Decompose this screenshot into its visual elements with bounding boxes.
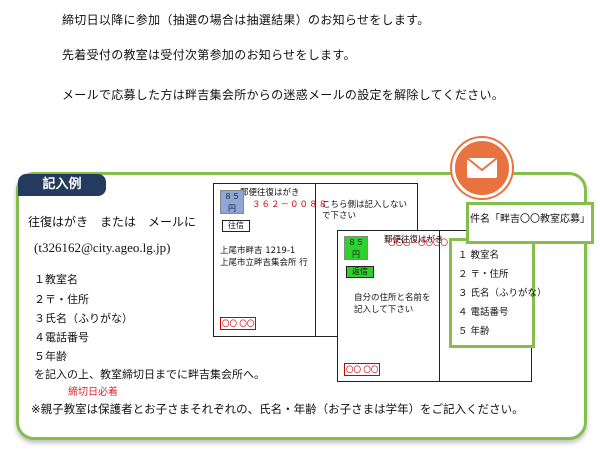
item-class-name: １教室名 [34,273,78,286]
example-badge: 記入例 [18,174,106,196]
email-address: (t326162@city.ageo.lg.jp) [34,240,171,255]
item-address: ２〒・住所 [34,293,89,306]
submit-instruction: を記入の上、教室締切日までに畔吉集会所へ。 [34,368,265,381]
write-instruction-1: 自分の住所と名前を [354,293,431,303]
sender-box: 〇〇 〇〇 [220,317,257,330]
list-item: １ 教室名 [458,250,500,261]
notice-2: 先着受付の教室は受付次第参加のお知らせをします。 [62,48,356,62]
notice-1: 締切日以降に参加（抽選の場合は抽選結果）のお知らせをします。 [62,13,430,27]
email-item-list: １ 教室名 ２ 〒・住所 ３ 氏名（ふりがな） ４ 電話番号 ５ 年齢 [449,238,547,348]
sender-box: 〇〇 〇〇 [344,363,381,376]
list-item: ５ 年齢 [458,326,490,337]
postcard-header: 郵便往復はがき [240,188,300,198]
deadline-note: 締切日必着 [68,387,118,398]
stamp-reply: ８５円 [344,236,368,260]
list-item: ３ 氏名（ふりがな） [458,288,547,299]
notice-3: メールで応募した方は畔吉集会所からの迷惑メールの設定を解除してください。 [62,88,505,102]
zip-code: ３６２－００８８ [252,200,329,210]
stamp-outgoing: ８５円 [220,190,244,214]
item-name: ３氏名（ふりがな） [34,312,133,325]
email-subject: 件名「畔吉〇〇教室応募」 [466,202,594,244]
item-phone: ４電話番号 [34,331,89,344]
do-not-write-note: こちら側は記入しないで下さい [322,200,408,221]
tag-reply: 返信 [346,266,374,278]
list-item: ２ 〒・住所 [458,269,509,280]
main-instruction: 往復はがき または メールに [28,215,197,229]
tag-outgoing: 往信 [222,220,250,232]
zip-placeholder: 〇〇〇－〇〇〇〇 [388,238,448,247]
address-line-1: 上尾市畔吉 1219-1 [220,246,296,256]
list-item: ４ 電話番号 [458,307,509,318]
write-instruction-2: 記入して下さい [354,305,414,315]
mail-icon [452,138,512,198]
item-age: ５年齢 [34,350,67,363]
footnote: ※親子教室は保護者とお子さまそれぞれの、氏名・年齢（お子さまは学年）をご記入くだ… [31,402,524,416]
address-line-2: 上尾市立畔吉集会所 行 [220,258,308,268]
